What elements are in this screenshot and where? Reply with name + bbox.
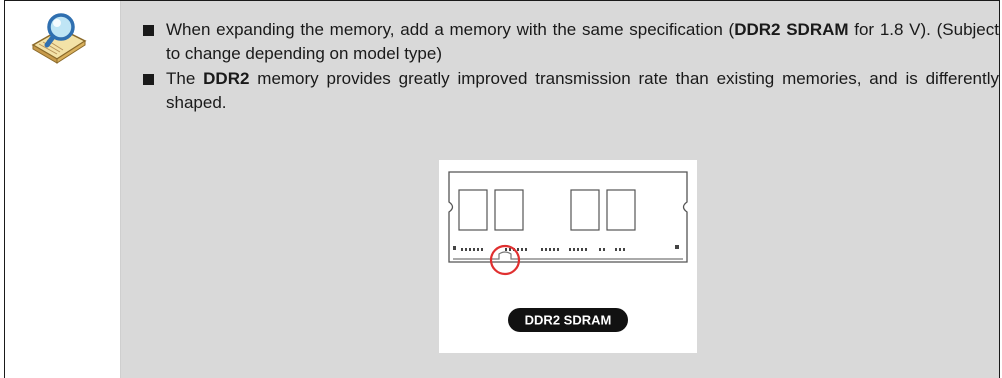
note-content: When expanding the memory, add a memory … bbox=[120, 1, 999, 378]
memory-module-figure: DDR2 SDRAM bbox=[439, 160, 697, 353]
note-box: When expanding the memory, add a memory … bbox=[4, 0, 1000, 378]
bullet-2-text-b: DDR2 bbox=[203, 69, 250, 88]
memory-chip bbox=[458, 189, 488, 231]
bullet-2-text-c: memory provides greatly improved transmi… bbox=[166, 69, 999, 112]
book-magnifier-icon bbox=[27, 11, 89, 67]
memory-chip bbox=[570, 189, 600, 231]
square-bullet-icon bbox=[143, 74, 154, 85]
bullet-1-text-b: DDR2 SDRAM bbox=[734, 20, 849, 39]
ddr2-sdram-label: DDR2 SDRAM bbox=[525, 313, 612, 328]
bullet-item-2: The DDR2 memory provides greatly improve… bbox=[141, 67, 999, 115]
note-icon-cell bbox=[5, 1, 119, 378]
bullet-2-text-a: The bbox=[166, 69, 204, 88]
bullet-item-1: When expanding the memory, add a memory … bbox=[141, 18, 999, 66]
ddr2-sdram-badge: DDR2 SDRAM bbox=[508, 308, 628, 332]
bullet-1-text-a: When expanding the memory, add a memory … bbox=[166, 20, 735, 39]
bullet-list: When expanding the memory, add a memory … bbox=[141, 18, 999, 116]
memory-chip bbox=[494, 189, 524, 231]
square-bullet-icon bbox=[143, 25, 154, 36]
memory-chip bbox=[606, 189, 636, 231]
ddr2-module-diagram: DDR2 SDRAM bbox=[448, 171, 688, 332]
